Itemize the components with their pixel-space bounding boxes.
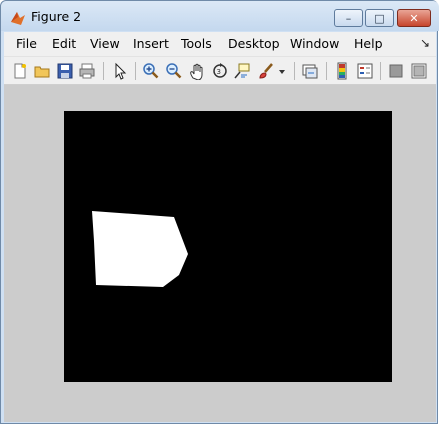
close-button[interactable]: ✕ bbox=[397, 9, 431, 27]
hide-plot-tools-icon[interactable] bbox=[387, 62, 405, 80]
save-icon[interactable] bbox=[56, 62, 74, 80]
svg-text:3: 3 bbox=[217, 68, 221, 76]
data-cursor-icon[interactable] bbox=[233, 62, 251, 80]
toolbar-separator bbox=[380, 62, 381, 80]
brush-dropdown-icon[interactable] bbox=[277, 62, 287, 80]
menu-file[interactable]: File bbox=[16, 36, 37, 51]
toolbar-separator bbox=[103, 62, 104, 80]
zoom-in-icon[interactable] bbox=[142, 62, 160, 80]
link-plot-icon[interactable] bbox=[301, 62, 319, 80]
toolbar-separator bbox=[326, 62, 327, 80]
zoom-out-icon[interactable] bbox=[165, 62, 183, 80]
figure-window: Figure 2 – □ ✕ File Edit View Insert Too… bbox=[0, 0, 439, 424]
menu-tools[interactable]: Tools bbox=[181, 36, 212, 51]
open-file-icon[interactable] bbox=[33, 62, 51, 80]
colorbar-icon[interactable] bbox=[333, 62, 351, 80]
matlab-logo-icon bbox=[11, 12, 25, 25]
new-figure-icon[interactable] bbox=[11, 62, 29, 80]
menu-bar: File Edit View Insert Tools Desktop Wind… bbox=[4, 32, 436, 56]
menu-view[interactable]: View bbox=[90, 36, 120, 51]
figure-canvas[interactable] bbox=[4, 85, 436, 422]
brush-icon[interactable] bbox=[257, 62, 275, 80]
toolbar-separator bbox=[294, 62, 295, 80]
figure-toolbar: 3 bbox=[4, 56, 436, 85]
window-title: Figure 2 bbox=[31, 9, 82, 24]
dock-figure-icon[interactable]: ↘ bbox=[420, 36, 430, 50]
menu-help[interactable]: Help bbox=[354, 36, 383, 51]
rotate-3d-icon[interactable]: 3 bbox=[211, 62, 229, 80]
title-bar[interactable]: Figure 2 – □ ✕ bbox=[1, 1, 439, 31]
pan-hand-icon[interactable] bbox=[188, 62, 206, 80]
white-region-shape bbox=[92, 211, 188, 287]
maximize-button[interactable]: □ bbox=[365, 9, 394, 27]
menu-window[interactable]: Window bbox=[290, 36, 339, 51]
minimize-button[interactable]: – bbox=[334, 9, 363, 27]
print-icon[interactable] bbox=[78, 62, 96, 80]
menu-edit[interactable]: Edit bbox=[52, 36, 76, 51]
edit-plot-arrow-icon[interactable] bbox=[111, 62, 129, 80]
toolbar-separator bbox=[135, 62, 136, 80]
menu-desktop[interactable]: Desktop bbox=[228, 36, 280, 51]
menu-insert[interactable]: Insert bbox=[133, 36, 169, 51]
show-plot-tools-icon[interactable] bbox=[410, 62, 428, 80]
legend-icon[interactable] bbox=[356, 62, 374, 80]
image-axes[interactable] bbox=[64, 111, 392, 382]
